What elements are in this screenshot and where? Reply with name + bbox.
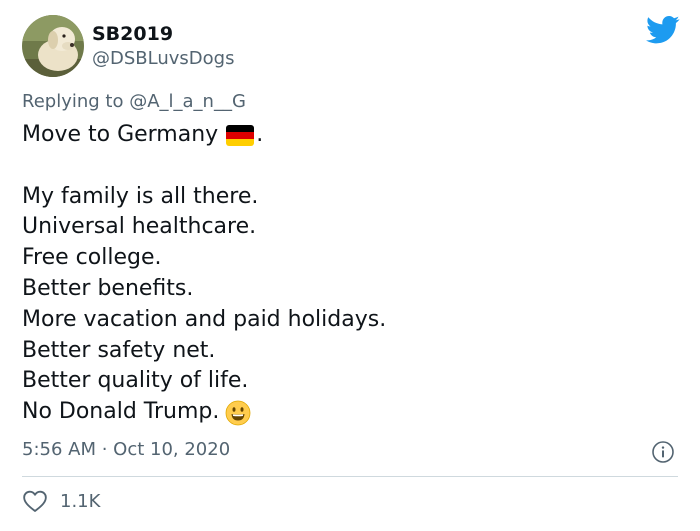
tweet-line-suffix: . [256,122,264,147]
tweet-line-text: No Donald Trump. [22,399,220,425]
grinning-face-icon [225,400,251,425]
tweet-line-text: Move to Germany [22,122,219,147]
tweet-line: Better benefits. [22,275,194,301]
like-action[interactable]: 1.1K [22,489,100,513]
tweet-line: No Donald Trump. [22,397,386,428]
dog-photo [22,15,84,77]
mention-link[interactable]: @A_l_a_n__G [129,91,246,112]
replying-to: Replying to @A_l_a_n__G [22,91,246,113]
german-flag-icon [226,124,255,146]
tweet-line: Free college. [22,245,162,271]
tweet-text: Move to Germany . My family is all there… [22,120,386,428]
divider [22,476,678,477]
tweet-line: Better safety net. [22,337,216,363]
tweet-line: Better quality of life. [22,368,249,394]
replying-to-label: Replying to [22,91,130,112]
tweet-timestamp[interactable]: 5:56 AM · Oct 10, 2020 [22,438,230,462]
twitter-bird-icon[interactable] [646,15,680,45]
like-count: 1.1K [60,490,101,512]
avatar[interactable] [22,15,84,77]
user-handle[interactable]: @DSBLuvsDogs [92,48,234,70]
tweet-line: Universal healthcare. [22,214,257,240]
info-icon[interactable] [651,440,675,464]
tweet-line: More vacation and paid holidays. [22,306,387,332]
tweet-card: SB2019 @DSBLuvsDogs Replying to @A_l_a_n… [0,0,700,531]
display-name[interactable]: SB2019 [92,23,173,45]
heart-icon[interactable] [22,489,48,513]
tweet-line: Move to Germany . [22,120,386,151]
tweet-line: My family is all there. [22,183,259,209]
